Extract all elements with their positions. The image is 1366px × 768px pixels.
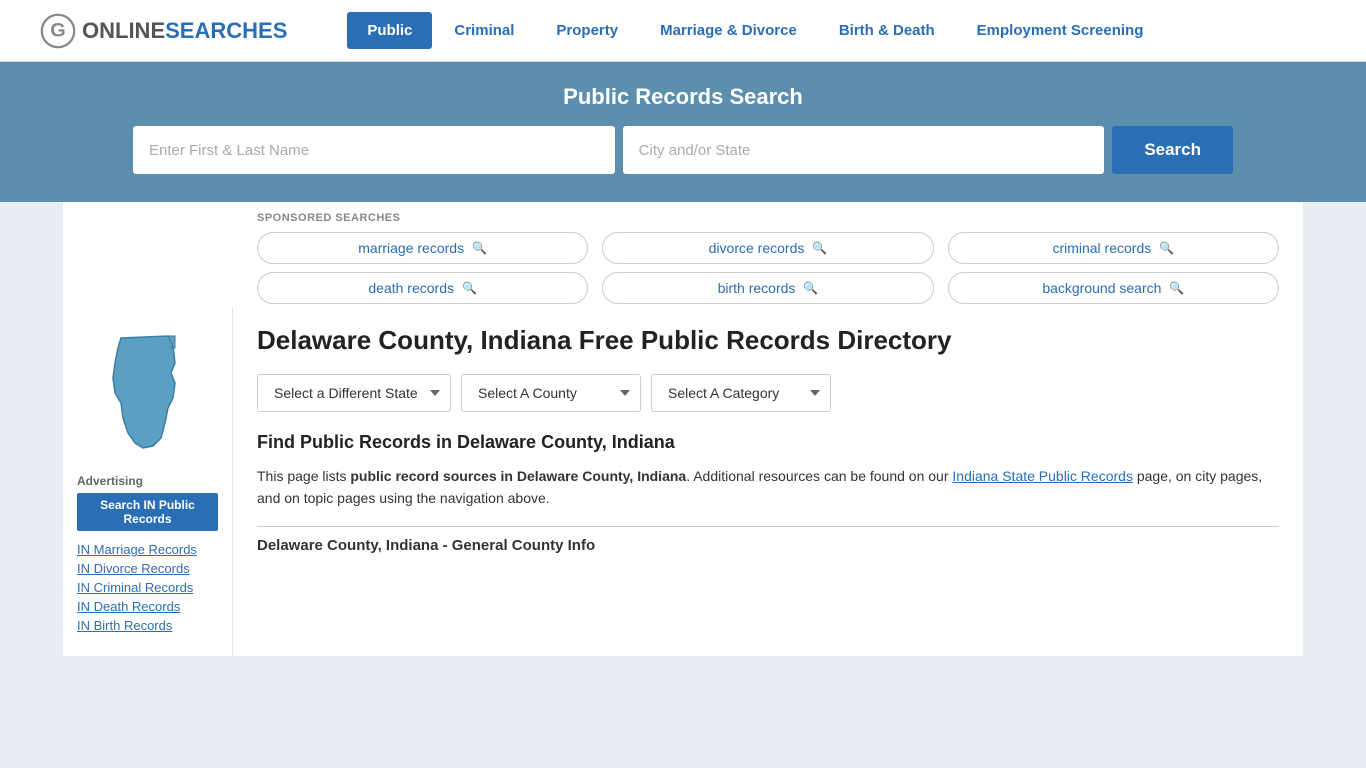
sponsored-item-label: criminal records	[1052, 240, 1151, 256]
nav-item-birth---death[interactable]: Birth & Death	[819, 12, 955, 49]
sponsored-item-label: death records	[368, 280, 454, 296]
sponsored-item-label: divorce records	[709, 240, 805, 256]
sidebar-link[interactable]: IN Death Records	[77, 599, 180, 614]
advertising-label: Advertising	[77, 474, 218, 488]
name-input[interactable]	[133, 126, 615, 174]
indiana-records-link[interactable]: Indiana State Public Records	[952, 468, 1133, 484]
sponsored-item-label: marriage records	[358, 240, 464, 256]
find-heading: Find Public Records in Delaware County, …	[257, 432, 1279, 453]
logo-text: ONLINESEARCHES	[82, 18, 287, 44]
svg-text:G: G	[50, 19, 65, 41]
find-text-part1: This page lists	[257, 468, 350, 484]
nav-item-employment-screening[interactable]: Employment Screening	[957, 12, 1164, 49]
search-icon: 🔍	[1159, 241, 1174, 255]
nav-item-criminal[interactable]: Criminal	[434, 12, 534, 49]
directory-heading: Delaware County, Indiana Free Public Rec…	[257, 324, 1279, 358]
main-nav: PublicCriminalPropertyMarriage & Divorce…	[347, 12, 1163, 49]
sponsored-item-label: background search	[1042, 280, 1161, 296]
main-content: Delaware County, Indiana Free Public Rec…	[233, 308, 1303, 656]
search-form: Search	[133, 126, 1233, 174]
search-banner: Public Records Search Search	[0, 62, 1366, 202]
header: G ONLINESEARCHES PublicCriminalPropertyM…	[0, 0, 1366, 62]
sponsored-grid: marriage records🔍divorce records🔍crimina…	[257, 232, 1279, 304]
location-input[interactable]	[623, 126, 1105, 174]
sidebar-link[interactable]: IN Divorce Records	[77, 561, 190, 576]
sponsored-item[interactable]: criminal records 🔍	[948, 232, 1279, 264]
sidebar: Advertising Search IN Public Records IN …	[63, 308, 233, 656]
find-text-bold: public record sources in Delaware County…	[350, 468, 686, 484]
nav-item-marriage---divorce[interactable]: Marriage & Divorce	[640, 12, 817, 49]
category-dropdown[interactable]: Select A Category	[651, 374, 831, 412]
county-dropdown[interactable]: Select A County	[461, 374, 641, 412]
search-icon: 🔍	[1169, 281, 1184, 295]
general-info-heading: Delaware County, Indiana - General Count…	[257, 526, 1279, 554]
sponsored-label: SPONSORED SEARCHES	[257, 212, 1279, 224]
search-button[interactable]: Search	[1112, 126, 1233, 174]
sidebar-links: IN Marriage Records IN Divorce Records IN …	[77, 541, 218, 633]
sponsored-item[interactable]: marriage records 🔍	[257, 232, 588, 264]
search-icon: 🔍	[803, 281, 818, 295]
search-icon: 🔍	[472, 241, 487, 255]
logo-icon: G	[40, 13, 76, 49]
dropdowns-row: Select a Different State Select A County…	[257, 374, 1279, 412]
find-text-part2: . Additional resources can be found on o…	[686, 468, 952, 484]
state-dropdown[interactable]: Select a Different State	[257, 374, 451, 412]
search-icon: 🔍	[812, 241, 827, 255]
sponsored-item[interactable]: divorce records 🔍	[602, 232, 933, 264]
logo: G ONLINESEARCHES	[40, 13, 287, 49]
nav-item-public[interactable]: Public	[347, 12, 432, 49]
sidebar-link[interactable]: IN Criminal Records	[77, 580, 193, 595]
sponsored-section: SPONSORED SEARCHES marriage records🔍divo…	[63, 202, 1303, 308]
sidebar-link[interactable]: IN Marriage Records	[77, 542, 197, 557]
sponsored-item[interactable]: background search 🔍	[948, 272, 1279, 304]
nav-item-property[interactable]: Property	[536, 12, 638, 49]
search-icon: 🔍	[462, 281, 477, 295]
search-banner-title: Public Records Search	[40, 84, 1326, 110]
sponsored-item[interactable]: birth records 🔍	[602, 272, 933, 304]
sidebar-link[interactable]: IN Birth Records	[77, 618, 172, 633]
search-in-records-button[interactable]: Search IN Public Records	[77, 493, 218, 531]
sponsored-item[interactable]: death records 🔍	[257, 272, 588, 304]
find-text: This page lists public record sources in…	[257, 465, 1279, 510]
sponsored-item-label: birth records	[718, 280, 796, 296]
state-map	[93, 328, 203, 458]
content-wrapper: SPONSORED SEARCHES marriage records🔍divo…	[63, 202, 1303, 656]
main-row: Advertising Search IN Public Records IN …	[63, 308, 1303, 656]
